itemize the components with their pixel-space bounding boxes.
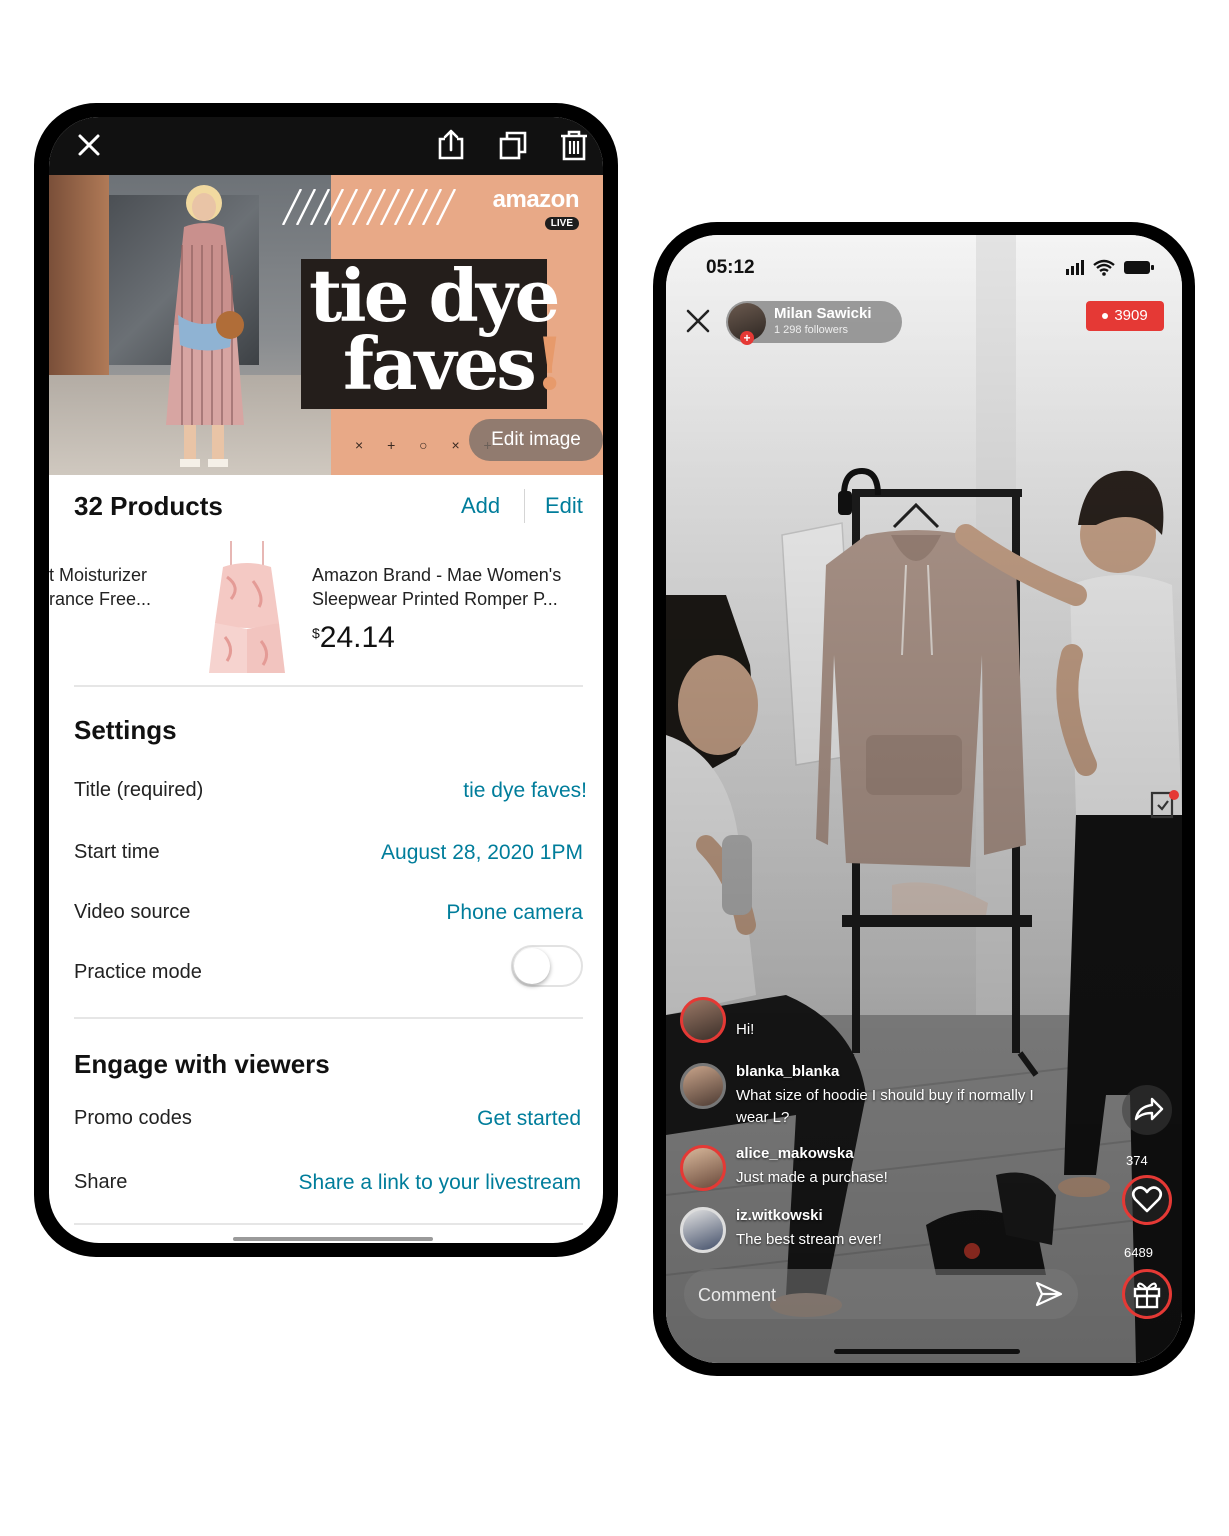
battery-icon xyxy=(1124,261,1150,274)
divider xyxy=(524,489,525,523)
like-count: 374 xyxy=(1126,1153,1148,1168)
viewer-count-badge: 3909 xyxy=(1086,301,1164,331)
start-time-label: Start time xyxy=(74,841,160,863)
chat-avatar xyxy=(680,1063,726,1109)
send-icon[interactable] xyxy=(1034,1279,1064,1309)
share-arrow-icon xyxy=(1134,1097,1164,1121)
follow-plus-icon[interactable]: + xyxy=(740,331,754,345)
product-card-previous[interactable]: t Moisturizer rance Free... xyxy=(49,563,169,611)
share-stream-button[interactable] xyxy=(1122,1085,1172,1135)
live-stream-screen: 05:12 + Milan Sawicki 1 298 followers 39… xyxy=(666,235,1182,1363)
section-divider xyxy=(74,685,583,687)
product-image-romper[interactable] xyxy=(201,537,293,677)
edit-image-button[interactable]: Edit image xyxy=(469,419,603,461)
product-name[interactable]: Amazon Brand - Mae Women's Sleepwear Pri… xyxy=(312,563,596,611)
signal-icon xyxy=(1066,269,1069,275)
engage-section-title: Engage with viewers xyxy=(74,1049,330,1079)
cover-title-line2: faves! xyxy=(343,321,565,406)
edit-products-link[interactable]: Edit xyxy=(545,493,583,519)
gift-icon xyxy=(1133,1282,1161,1309)
host-name: Milan Sawicki xyxy=(774,305,872,322)
trash-icon[interactable] xyxy=(556,127,592,163)
chat-message: blanka_blanka What size of hoodie I shou… xyxy=(680,1063,1040,1129)
status-time: 05:12 xyxy=(706,257,755,278)
duplicate-icon[interactable] xyxy=(495,127,531,163)
promo-codes-get-started-link[interactable]: Get started xyxy=(477,1107,581,1131)
gift-button[interactable] xyxy=(1122,1269,1172,1319)
right-phone-frame: 05:12 + Milan Sawicki 1 298 followers 39… xyxy=(653,222,1195,1376)
title-label: Title (required) xyxy=(74,779,204,801)
like-button[interactable] xyxy=(1122,1175,1172,1225)
practice-mode-label: Practice mode xyxy=(74,961,202,983)
settings-section-title: Settings xyxy=(74,715,177,745)
chat-avatar xyxy=(680,1207,726,1253)
live-dot-icon xyxy=(1102,313,1109,320)
home-indicator xyxy=(834,1349,1020,1354)
chat-avatar xyxy=(680,997,726,1043)
products-count-title: 32 Products xyxy=(74,491,223,521)
decorative-stripes xyxy=(281,189,457,225)
chat-message: Hi! xyxy=(680,997,1040,1045)
section-divider xyxy=(74,1223,583,1225)
heart-icon xyxy=(1131,1186,1163,1213)
share-livestream-link[interactable]: Share a link to your livestream xyxy=(299,1171,581,1195)
home-indicator xyxy=(233,1237,433,1241)
share-label: Share xyxy=(74,1171,128,1193)
section-divider xyxy=(74,1017,583,1019)
host-profile-pill[interactable]: + Milan Sawicki 1 298 followers xyxy=(726,301,902,345)
left-phone-frame: amazon LIVE tie dye faves! × + ○ × + Edi… xyxy=(34,103,618,1257)
video-source-value[interactable]: Phone camera xyxy=(446,901,583,925)
comment-input[interactable] xyxy=(696,1269,1000,1321)
status-icons xyxy=(1066,259,1154,276)
video-source-label: Video source xyxy=(74,901,191,923)
product-price: $24.14 xyxy=(312,621,395,654)
close-stream-icon[interactable] xyxy=(684,307,712,335)
title-value[interactable]: tie dye faves! xyxy=(463,779,587,803)
top-toolbar xyxy=(49,117,603,175)
host-followers: 1 298 followers xyxy=(774,324,848,336)
shopping-bag-icon[interactable] xyxy=(1146,783,1180,821)
gift-count: 6489 xyxy=(1124,1245,1153,1260)
wifi-icon xyxy=(1093,259,1115,272)
cover-title-box: tie dye faves! xyxy=(301,253,565,409)
chat-avatar xyxy=(680,1145,726,1191)
share-upload-icon[interactable] xyxy=(433,127,469,163)
practice-mode-toggle[interactable] xyxy=(511,945,583,987)
comment-bar xyxy=(684,1269,1078,1321)
livestream-cover-image: amazon LIVE tie dye faves! × + ○ × + Edi… xyxy=(49,175,603,475)
close-icon[interactable] xyxy=(71,127,107,163)
amazon-live-logo: amazon LIVE xyxy=(492,186,580,230)
chat-message: alice_makowska Just made a purchase! xyxy=(680,1145,1040,1193)
toggle-knob xyxy=(514,948,550,984)
model-figure xyxy=(166,185,244,467)
setup-form: 32 Products Add Edit t Moisturizer rance… xyxy=(49,475,603,1243)
start-time-value[interactable]: August 28, 2020 1PM xyxy=(381,841,583,865)
live-video-frame xyxy=(666,235,1182,1363)
livestream-setup-screen: amazon LIVE tie dye faves! × + ○ × + Edi… xyxy=(49,117,603,1243)
add-products-link[interactable]: Add xyxy=(461,493,500,519)
chat-message: iz.witkowski The best stream ever! xyxy=(680,1207,1040,1255)
promo-codes-label: Promo codes xyxy=(74,1107,192,1129)
